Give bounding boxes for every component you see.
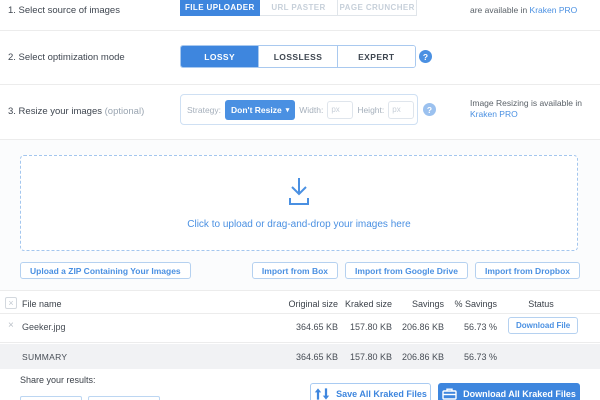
- source-tabs: FILE UPLOADER URL PASTER PAGE CRUNCHER: [180, 0, 417, 16]
- strategy-value: Don't Resize: [231, 105, 282, 115]
- tab-file-uploader[interactable]: FILE UPLOADER: [180, 0, 260, 16]
- save-all-label: Save All Kraked Files: [336, 389, 427, 399]
- summary-row: SUMMARY 364.65 KB 157.80 KB 206.86 KB 56…: [0, 344, 600, 369]
- mode-expert-button[interactable]: EXPERT: [337, 46, 415, 67]
- pro-note-text: are available in: [470, 5, 530, 15]
- help-icon[interactable]: ?: [423, 103, 436, 116]
- download-arrow-icon: [280, 176, 318, 210]
- save-all-kraked-files-button[interactable]: Save All Kraked Files: [310, 383, 431, 400]
- share-button[interactable]: [88, 396, 160, 400]
- step1-label: 1. Select source of images: [8, 5, 120, 16]
- col-header-status: Status: [500, 299, 582, 309]
- import-box-button[interactable]: Import from Box: [252, 262, 338, 279]
- summary-pct-savings: 56.73 %: [432, 352, 497, 362]
- file-name: Geeker.jpg: [22, 322, 66, 332]
- width-label: Width:: [299, 105, 323, 115]
- divider: [0, 313, 600, 314]
- kraken-optimizer-page: 1. Select source of images FILE UPLOADER…: [0, 0, 600, 400]
- upload-section: Click to upload or drag-and-drop your im…: [0, 139, 600, 290]
- import-buttons: Import from Box Import from Google Drive…: [252, 262, 580, 279]
- download-file-button[interactable]: Download File: [508, 317, 578, 334]
- archive-icon: [442, 388, 457, 400]
- upload-dropzone[interactable]: Click to upload or drag-and-drop your im…: [20, 155, 578, 251]
- optimization-mode-group: LOSSY LOSSLESS EXPERT: [180, 45, 416, 68]
- divider: [0, 342, 600, 343]
- share-button[interactable]: [20, 396, 82, 400]
- strategy-label: Strategy:: [187, 105, 221, 115]
- resize-pro-note: Image Resizing is available in Kraken PR…: [470, 98, 582, 120]
- save-arrows-icon: [314, 388, 330, 400]
- tab-url-paster[interactable]: URL PASTER: [260, 0, 339, 16]
- remove-file-icon[interactable]: ×: [8, 320, 14, 331]
- summary-label: SUMMARY: [22, 352, 67, 362]
- pro-note: are available in Kraken PRO: [470, 5, 577, 16]
- step3-label-main: 3. Resize your images: [8, 106, 102, 117]
- strategy-dropdown[interactable]: Don't Resize ▾: [225, 100, 295, 120]
- width-input[interactable]: [327, 101, 353, 119]
- resize-note-line1: Image Resizing is available in: [470, 98, 582, 108]
- dropzone-text: Click to upload or drag-and-drop your im…: [187, 219, 410, 230]
- divider: [0, 84, 600, 85]
- height-input[interactable]: [388, 101, 414, 119]
- pct-savings-value: 56.73 %: [432, 322, 497, 332]
- chevron-down-icon: ▾: [286, 106, 290, 114]
- help-icon[interactable]: ?: [419, 50, 432, 63]
- import-dropbox-button[interactable]: Import from Dropbox: [475, 262, 580, 279]
- download-all-kraked-files-button[interactable]: Download All Kraked Files: [438, 383, 580, 400]
- upload-zip-button[interactable]: Upload a ZIP Containing Your Images: [20, 262, 191, 279]
- divider: [0, 290, 600, 291]
- divider: [0, 30, 600, 31]
- mode-lossy-button[interactable]: LOSSY: [181, 46, 258, 67]
- col-header-pct-savings: % Savings: [432, 299, 497, 309]
- download-all-label: Download All Kraked Files: [463, 389, 576, 399]
- step3-label: 3. Resize your images (optional): [8, 106, 144, 117]
- step2-label: 2. Select optimization mode: [8, 52, 125, 63]
- mode-lossless-button[interactable]: LOSSLESS: [258, 46, 336, 67]
- kraken-pro-link[interactable]: Kraken PRO: [470, 109, 518, 119]
- resize-controls: Strategy: Don't Resize ▾ Width: Height:: [180, 94, 418, 125]
- kraken-pro-link[interactable]: Kraken PRO: [530, 5, 578, 15]
- height-label: Height:: [357, 105, 384, 115]
- tab-page-cruncher[interactable]: PAGE CRUNCHER: [338, 0, 417, 16]
- col-header-file-name: File name: [22, 299, 62, 309]
- step3-label-optional: (optional): [105, 106, 145, 117]
- import-google-drive-button[interactable]: Import from Google Drive: [345, 262, 468, 279]
- share-results-label: Share your results:: [20, 375, 96, 385]
- clear-all-icon[interactable]: ×: [5, 297, 17, 309]
